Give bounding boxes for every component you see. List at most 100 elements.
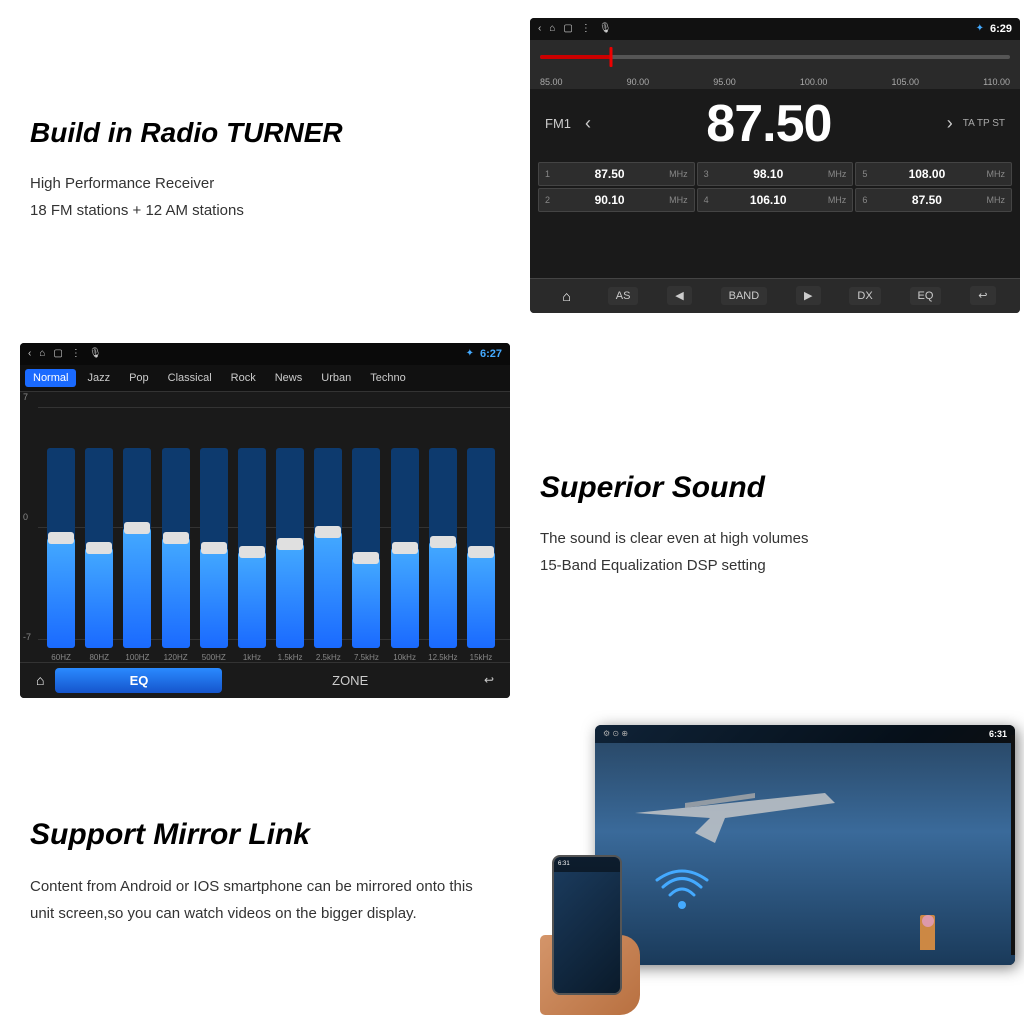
phone-screen: 6:31 xyxy=(554,857,620,993)
eq-track-12p5khz[interactable] xyxy=(429,448,457,648)
mic-icon: 🎙 xyxy=(599,23,612,34)
eq-track-15khz[interactable] xyxy=(467,448,495,648)
eq-mode-techno[interactable]: Techno xyxy=(362,369,413,387)
eq-track-80hz[interactable] xyxy=(85,448,113,648)
preset-1[interactable]: 1 87.50 MHz xyxy=(538,162,695,186)
eq-thumb-15khz[interactable] xyxy=(468,546,494,558)
eq-mode-classical[interactable]: Classical xyxy=(160,369,220,387)
radio-home-btn[interactable]: ⌂ xyxy=(554,285,578,307)
eq-thumb-2p5khz[interactable] xyxy=(315,526,341,538)
eq-mode-rock[interactable]: Rock xyxy=(223,369,264,387)
preset-2[interactable]: 2 90.10 MHz xyxy=(538,188,695,212)
eq-mode-pop[interactable]: Pop xyxy=(121,369,157,387)
preset-unit-3: MHz xyxy=(828,169,847,179)
eq-band-80hz: 80HZ xyxy=(80,448,118,662)
preset-freq-2: 90.10 xyxy=(595,193,625,207)
car-screen: ⚙ ⊙ ⊕ 6:31 xyxy=(595,725,1015,965)
wifi-svg xyxy=(655,865,710,910)
eq-thumb-1khz[interactable] xyxy=(239,546,265,558)
eq-thumb-7p5khz[interactable] xyxy=(353,552,379,564)
radio-main-display: FM1 ‹ 87.50 › TA TP ST xyxy=(530,89,1020,159)
eq-home-icon[interactable]: ⌂ xyxy=(39,348,45,359)
eq-track-1p5khz[interactable] xyxy=(276,448,304,648)
eq-time: 6:27 xyxy=(480,348,502,360)
eq-mode-news[interactable]: News xyxy=(267,369,311,387)
eq-fill-80hz xyxy=(85,548,113,648)
eq-track-100hz[interactable] xyxy=(123,448,151,648)
radio-frequency: 87.50 xyxy=(601,94,937,154)
radio-dx-btn[interactable]: DX xyxy=(849,287,880,305)
eq-mode-normal[interactable]: Normal xyxy=(25,369,76,387)
radio-back-btn[interactable]: ↩ xyxy=(970,286,995,305)
eq-thumb-500hz[interactable] xyxy=(201,542,227,554)
eq-label-10khz: 10kHz xyxy=(393,653,416,662)
status-icons: ‹ ⌂ ▢ ⋮ 🎙 xyxy=(538,23,612,34)
radio-eq-btn[interactable]: EQ xyxy=(910,287,942,305)
eq-fill-120hz xyxy=(162,538,190,648)
eq-mode-urban[interactable]: Urban xyxy=(313,369,359,387)
eq-band-60hz: 60HZ xyxy=(42,448,80,662)
window-icon[interactable]: ▢ xyxy=(563,23,572,34)
preset-num-5: 5 xyxy=(862,169,867,179)
radio-as-btn[interactable]: AS xyxy=(608,287,639,305)
eq-label-1khz: 1kHz xyxy=(243,653,261,662)
preset-num-3: 3 xyxy=(704,169,709,179)
eq-thumb-10khz[interactable] xyxy=(392,542,418,554)
preset-unit-1: MHz xyxy=(669,169,688,179)
eq-label-120hz: 120HZ xyxy=(164,653,188,662)
radio-image-section: ‹ ⌂ ▢ ⋮ 🎙 ✦ 6:29 85.00 xyxy=(520,0,1024,330)
eq-thumb-100hz[interactable] xyxy=(124,522,150,534)
radio-band-btn[interactable]: BAND xyxy=(721,287,768,305)
preset-num-1: 1 xyxy=(545,169,550,179)
freq-slider[interactable] xyxy=(530,40,1020,75)
car-icons: ⚙ ⊙ ⊕ xyxy=(603,729,628,738)
preset-unit-5: MHz xyxy=(986,169,1005,179)
preset-unit-6: MHz xyxy=(987,195,1006,205)
radio-next-btn[interactable]: ▶ xyxy=(796,286,820,305)
eq-dots-icon[interactable]: ⋮ xyxy=(71,348,81,359)
radio-desc1: High Performance Receiver xyxy=(30,170,500,197)
preset-4[interactable]: 4 106.10 MHz xyxy=(697,188,854,212)
eq-track-2p5khz[interactable] xyxy=(314,448,342,648)
eq-fill-2p5khz xyxy=(314,532,342,648)
freq-prev-btn[interactable]: ‹ xyxy=(585,113,591,134)
radio-prev-btn[interactable]: ◀ xyxy=(667,286,691,305)
eq-thumb-120hz[interactable] xyxy=(163,532,189,544)
phone-status-bar: 6:31 xyxy=(554,857,620,872)
dots-icon[interactable]: ⋮ xyxy=(581,23,591,34)
eq-thumb-1p5khz[interactable] xyxy=(277,538,303,550)
freq-label-2: 90.00 xyxy=(627,77,650,87)
eq-back-icon[interactable]: ‹ xyxy=(28,348,31,359)
freq-next-btn[interactable]: › xyxy=(947,113,953,134)
back-icon[interactable]: ‹ xyxy=(538,23,541,34)
car-screen-time: 6:31 xyxy=(989,729,1007,739)
eq-track-1khz[interactable] xyxy=(238,448,266,648)
eq-label-btn[interactable]: EQ xyxy=(55,668,222,693)
radio-text-section: Build in Radio TURNER High Performance R… xyxy=(0,0,520,330)
eq-track-500hz[interactable] xyxy=(200,448,228,648)
eq-track-10khz[interactable] xyxy=(391,448,419,648)
eq-window-icon[interactable]: ▢ xyxy=(53,348,62,359)
eq-mode-jazz[interactable]: Jazz xyxy=(79,369,118,387)
preset-3[interactable]: 3 98.10 MHz xyxy=(697,162,854,186)
preset-num-6: 6 xyxy=(862,195,867,205)
eq-track-120hz[interactable] xyxy=(162,448,190,648)
eq-bottom-back-btn[interactable]: ↩ xyxy=(478,671,500,689)
eq-thumb-12p5khz[interactable] xyxy=(430,536,456,548)
radio-desc2: 18 FM stations + 12 AM stations xyxy=(30,197,500,224)
eq-track-7p5khz[interactable] xyxy=(352,448,380,648)
eq-thumb-80hz[interactable] xyxy=(86,542,112,554)
freq-label-3: 95.00 xyxy=(713,77,736,87)
radio-band: FM1 xyxy=(545,116,575,131)
eq-zone-btn[interactable]: ZONE xyxy=(227,668,472,693)
eq-label-1p5khz: 1.5kHz xyxy=(278,653,303,662)
eq-label-500hz: 500HZ xyxy=(202,653,226,662)
preset-6[interactable]: 6 87.50 MHz xyxy=(855,188,1012,212)
eq-home-btn[interactable]: ⌂ xyxy=(30,670,50,690)
preset-5[interactable]: 5 108.00 MHz xyxy=(855,162,1012,186)
eq-track-60hz[interactable] xyxy=(47,448,75,648)
eq-thumb-60hz[interactable] xyxy=(48,532,74,544)
home-icon[interactable]: ⌂ xyxy=(549,23,555,34)
bt-icon: ✦ xyxy=(976,23,984,34)
eq-mic-icon: 🎙 xyxy=(89,348,102,359)
